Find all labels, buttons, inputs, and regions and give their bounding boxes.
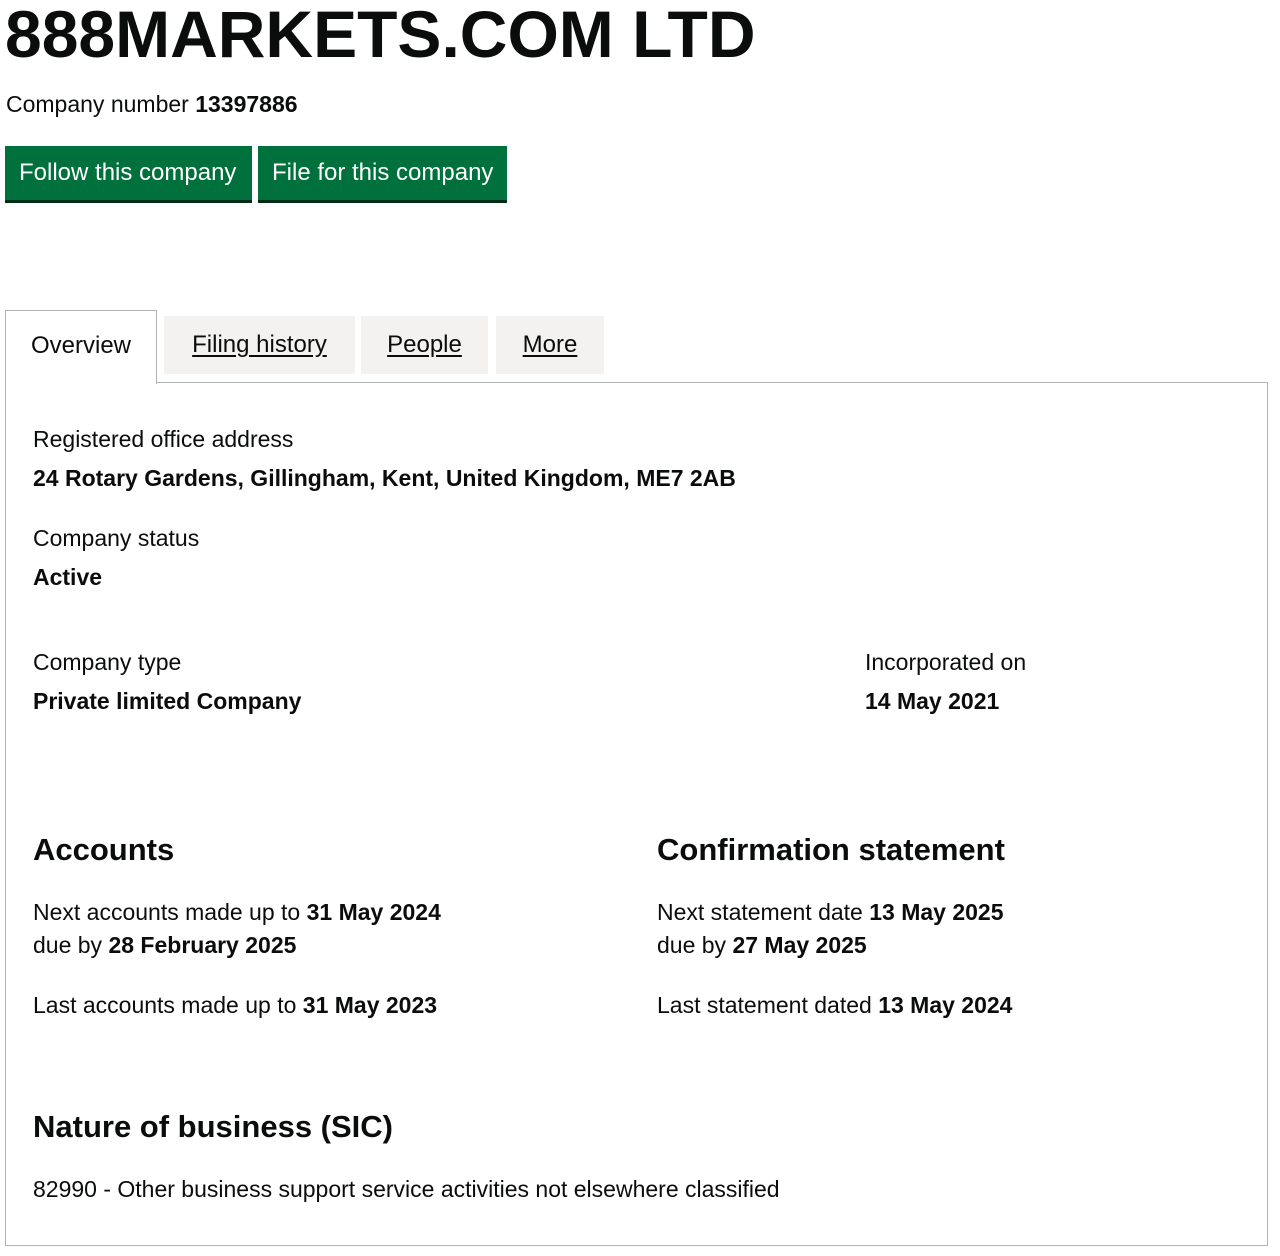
- accounts-next-date: 31 May 2024: [306, 899, 441, 925]
- company-status-value: Active: [33, 564, 103, 590]
- confirmation-next-date: 13 May 2025: [869, 899, 1004, 925]
- tab-filing-history[interactable]: Filing history: [164, 316, 355, 374]
- registered-office-label: Registered office address: [33, 426, 294, 452]
- confirmation-due: due by 27 May 2025: [657, 929, 867, 961]
- accounts-next: Next accounts made up to 31 May 2024: [33, 896, 441, 928]
- accounts-last: Last accounts made up to 31 May 2023: [33, 989, 437, 1021]
- confirmation-due-date: 27 May 2025: [732, 932, 867, 958]
- confirmation-last-date: 13 May 2024: [878, 992, 1013, 1018]
- accounts-heading: Accounts: [33, 832, 175, 867]
- tab-filing-history-link[interactable]: Filing history: [192, 331, 327, 358]
- accounts-next-prefix: Next accounts made up to: [33, 899, 301, 925]
- accounts-last-date: 31 May 2023: [302, 992, 438, 1018]
- accounts-last-prefix: Last accounts made up to: [33, 992, 297, 1018]
- company-type-value: Private limited Company: [33, 688, 302, 714]
- confirmation-last: Last statement dated 13 May 2024: [657, 989, 1012, 1021]
- accounts-due-prefix: due by: [33, 932, 103, 958]
- tab-people[interactable]: People: [361, 316, 488, 374]
- confirmation-heading: Confirmation statement: [657, 832, 1005, 867]
- registered-office-value: 24 Rotary Gardens, Gillingham, Kent, Uni…: [33, 465, 736, 491]
- follow-company-button[interactable]: Follow this company: [5, 146, 252, 200]
- confirmation-due-prefix: due by: [657, 932, 727, 958]
- sic-entry: 82990 - Other business support service a…: [33, 1176, 780, 1202]
- company-type-label: Company type: [33, 649, 182, 675]
- tab-more[interactable]: More: [496, 316, 604, 374]
- confirmation-next: Next statement date 13 May 2025: [657, 896, 1004, 928]
- file-for-company-button[interactable]: File for this company: [258, 146, 507, 200]
- company-number-label: Company number: [6, 91, 189, 117]
- sic-heading: Nature of business (SIC): [33, 1109, 393, 1144]
- tab-people-link[interactable]: People: [387, 331, 462, 358]
- accounts-due-date: 28 February 2025: [108, 932, 297, 958]
- company-status-label: Company status: [33, 525, 200, 551]
- incorporated-on-value: 14 May 2021: [865, 688, 1000, 714]
- tab-overview-label: Overview: [30, 332, 132, 359]
- incorporated-on-label: Incorporated on: [865, 649, 1027, 675]
- confirmation-last-prefix: Last statement dated: [657, 992, 872, 1018]
- accounts-due: due by 28 February 2025: [33, 929, 296, 961]
- page-title: 888MARKETS.COM LTD: [5, 0, 756, 71]
- tab-overview[interactable]: Overview: [5, 310, 157, 384]
- company-number: Company number 13397886: [6, 88, 298, 120]
- tab-more-link[interactable]: More: [523, 331, 578, 358]
- confirmation-next-prefix: Next statement date: [657, 899, 863, 925]
- company-number-value: 13397886: [195, 91, 298, 117]
